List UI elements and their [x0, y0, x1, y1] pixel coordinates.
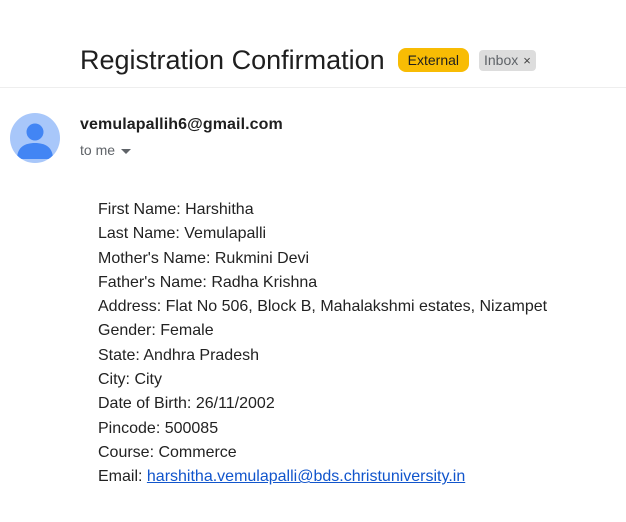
header-divider	[0, 87, 626, 88]
sender-email[interactable]: vemulapallih6@gmail.com	[80, 116, 283, 134]
avatar[interactable]	[10, 113, 60, 163]
body-email-link[interactable]: harshitha.vemulapalli@bds.christuniversi…	[147, 468, 465, 485]
caret-down-icon[interactable]	[121, 148, 132, 154]
label-inbox[interactable]: Inbox ×	[479, 49, 536, 71]
email-view: Registration Confirmation External Inbox…	[0, 0, 626, 522]
body-city: City: City	[98, 371, 162, 389]
close-icon[interactable]: ×	[523, 50, 531, 71]
body-email: Email: harshitha.vemulapalli@bds.christu…	[98, 465, 547, 489]
body-state: State: Andhra Pradesh	[98, 346, 259, 364]
email-subject: Registration Confirmation	[80, 45, 385, 75]
body-mothers-name: Mother's Name: Rukmini Devi	[98, 249, 310, 267]
body-last-name: Last Name: Vemulapalli	[98, 225, 267, 243]
body-email-label: Email:	[98, 468, 147, 486]
label-external[interactable]: External	[397, 48, 469, 72]
body-course: Course: Commerce	[98, 443, 237, 461]
person-icon	[17, 123, 53, 159]
body-first-name: First Name: Harshitha	[98, 201, 254, 218]
body-pincode: Pincode: 500085	[98, 419, 219, 437]
email-body: First Name: Harshitha Last Name: Vemulap…	[98, 198, 547, 490]
body-gender: Gender: Female	[98, 322, 214, 340]
label-inbox-text[interactable]: Inbox	[484, 50, 518, 71]
body-address: Address: Flat No 506, Block B, Mahalaksh…	[98, 298, 548, 316]
body-dob: Date of Birth: 26/11/2002	[98, 395, 275, 413]
recipient-text[interactable]: to me	[80, 142, 115, 158]
recipient-line[interactable]: to me	[80, 142, 132, 158]
subject-row: Registration Confirmation External Inbox…	[80, 42, 536, 78]
body-fathers-name: Father's Name: Radha Krishna	[98, 273, 318, 291]
